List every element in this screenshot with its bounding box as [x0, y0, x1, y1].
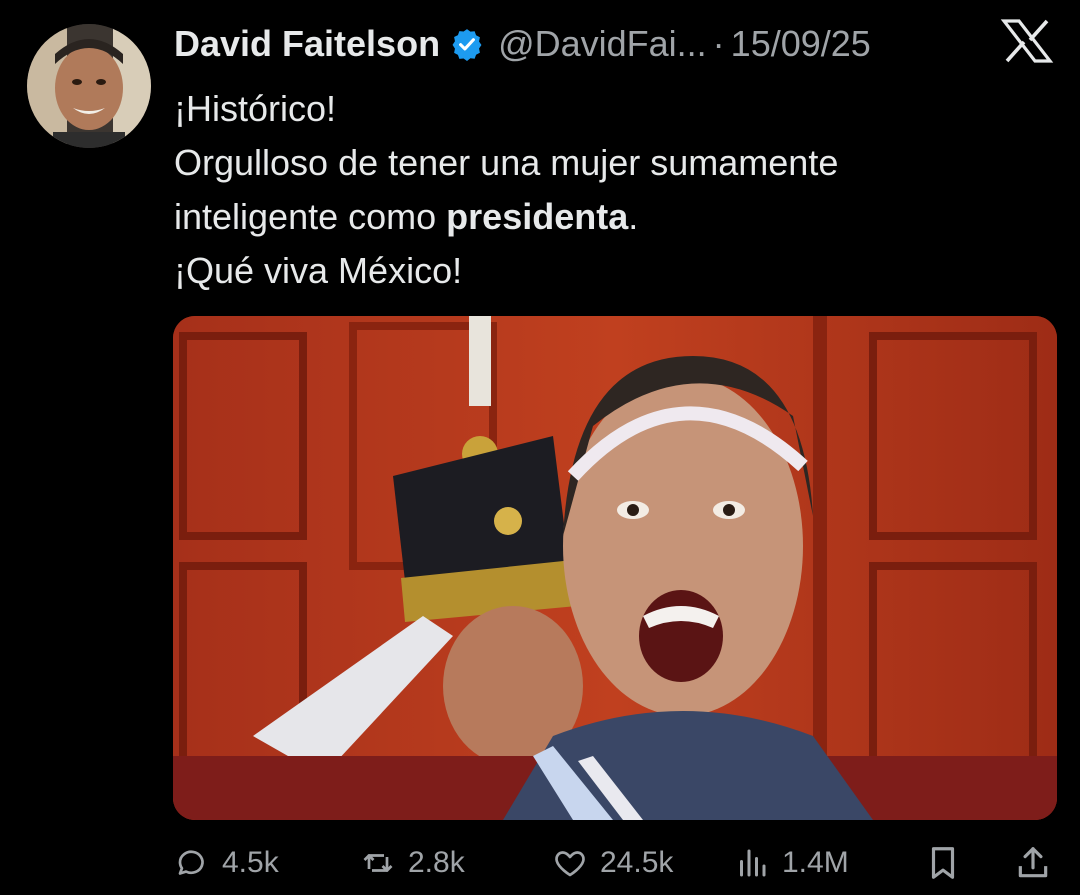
reply-button[interactable]: 4.5k — [174, 838, 279, 888]
tweet-line-2: Orgulloso de tener una mujer sumamente — [174, 142, 839, 183]
handle[interactable]: @DavidFai... — [498, 23, 707, 65]
reply-icon — [178, 850, 204, 875]
tweet-line-3: inteligente como presidenta. — [174, 190, 838, 244]
verified-badge-icon — [450, 27, 484, 61]
views-count: 1.4M — [782, 846, 849, 879]
tweet-header: David Faitelson @DavidFai... · 15/09/25 — [174, 18, 871, 70]
post-date[interactable]: 15/09/25 — [731, 23, 871, 65]
tweet-line-4: ¡Qué viva México! — [174, 250, 463, 291]
views-button[interactable]: 1.4M — [734, 838, 849, 888]
views-icon — [740, 849, 766, 877]
tweet-line-1: ¡Histórico! — [174, 88, 337, 129]
bookmark-button[interactable] — [924, 838, 974, 888]
bookmark-icon — [931, 847, 955, 879]
media-photo[interactable] — [173, 316, 1057, 820]
repost-icon — [363, 854, 393, 872]
action-bar: 4.5k 2.8k 24.5k 1.4M — [174, 838, 1060, 888]
display-name[interactable]: David Faitelson — [174, 23, 440, 65]
x-logo-icon — [1000, 18, 1054, 64]
avatar[interactable] — [27, 24, 151, 148]
repost-count: 2.8k — [408, 846, 465, 879]
tweet-bold-word: presidenta — [446, 196, 629, 237]
tweet-text: ¡Histórico! Orgulloso de tener una mujer… — [174, 82, 838, 298]
tweet-line-3-end: . — [628, 196, 639, 237]
like-button[interactable]: 24.5k — [552, 838, 673, 888]
tweet-line-3-start: inteligente como — [174, 196, 447, 237]
share-button[interactable] — [1014, 838, 1064, 888]
separator-dot: · — [712, 23, 725, 64]
share-icon — [1018, 847, 1048, 878]
photo-image — [173, 316, 1057, 820]
avatar-image — [27, 24, 151, 148]
heart-icon — [555, 851, 585, 877]
tweet[interactable]: David Faitelson @DavidFai... · 15/09/25 … — [0, 0, 1080, 895]
repost-button[interactable]: 2.8k — [360, 838, 465, 888]
reply-count: 4.5k — [222, 846, 279, 879]
like-count: 24.5k — [600, 846, 674, 879]
